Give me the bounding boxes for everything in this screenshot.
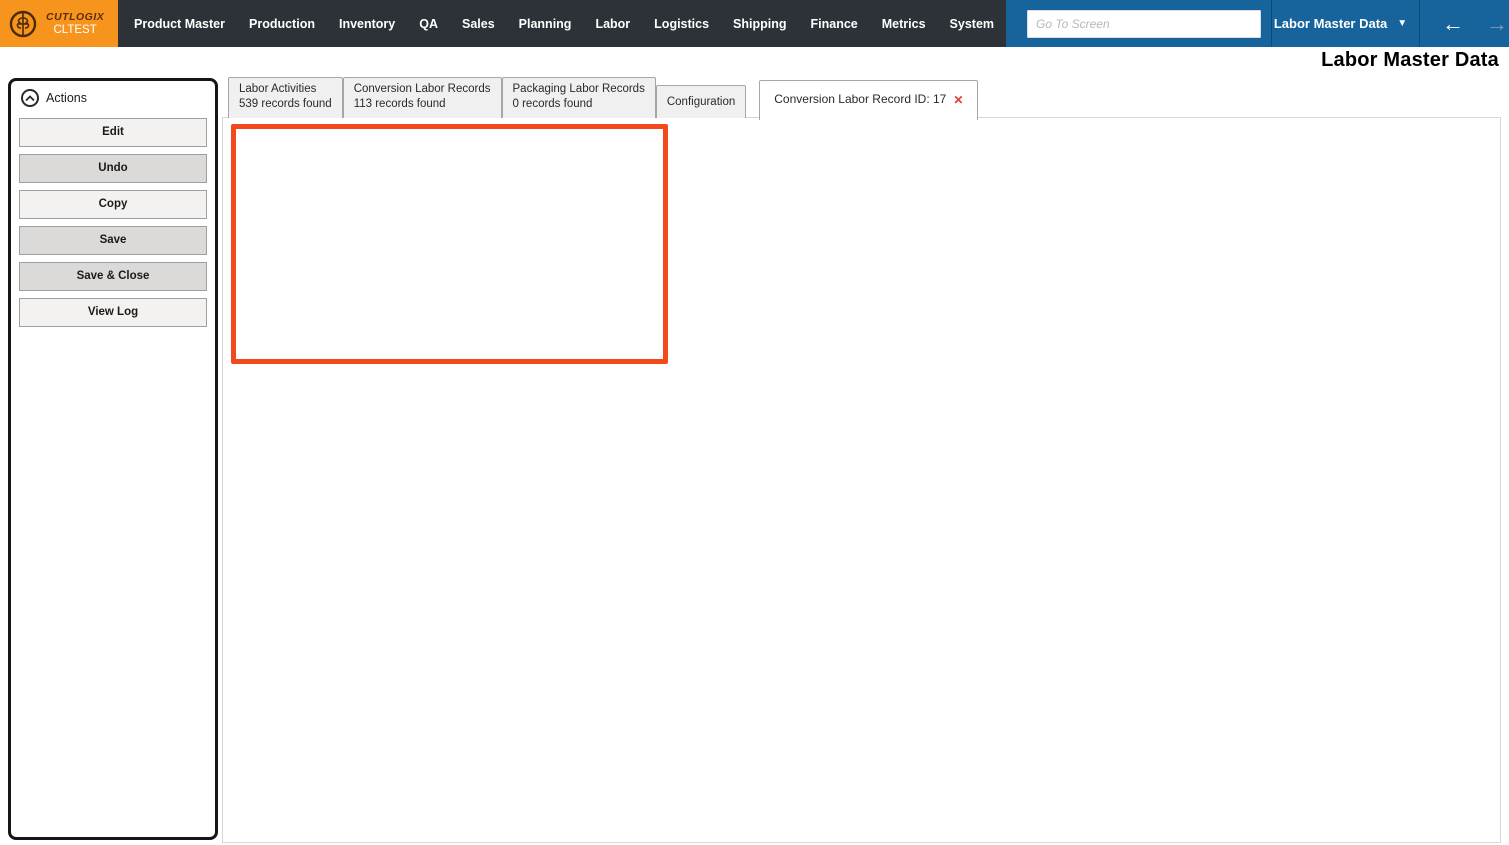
save-close-button[interactable]: Save & Close (19, 262, 207, 291)
menu-item-shipping[interactable]: Shipping (725, 11, 794, 37)
tab-title: Configuration (667, 95, 735, 110)
record-content-panel (222, 117, 1501, 843)
menu-item-planning[interactable]: Planning (511, 11, 580, 37)
menu-item-finance[interactable]: Finance (803, 11, 866, 37)
menu-item-metrics[interactable]: Metrics (874, 11, 934, 37)
tab-conversion-labor-record-id-17[interactable]: Conversion Labor Record ID: 17 ✕ (759, 80, 978, 120)
save-button[interactable]: Save (19, 226, 207, 255)
tab-title: Packaging Labor Records (513, 82, 645, 97)
menu-item-inventory[interactable]: Inventory (331, 11, 403, 37)
tab-conversion-labor-records[interactable]: Conversion Labor Records113 records foun… (343, 77, 502, 118)
app-logo[interactable]: CUTLOGIX CLTEST (0, 0, 118, 47)
menu-item-production[interactable]: Production (241, 11, 323, 37)
tab-close-icon[interactable]: ✕ (953, 94, 963, 106)
menu-item-logistics[interactable]: Logistics (646, 11, 717, 37)
labor-master-data-screen: CUTLOGIX CLTEST Product Master Production… (0, 0, 1509, 845)
action-buttons: Edit Undo Copy Save Save & Close View Log (11, 118, 215, 327)
menu-item-system[interactable]: System (942, 11, 1002, 37)
top-navbar: CUTLOGIX CLTEST Product Master Production… (0, 0, 1509, 47)
environment-name: CLTEST (54, 24, 97, 36)
navbar-right-section: Labor Master Data ▼ ← → ✕ ☆ (1006, 0, 1509, 47)
tab-title: Conversion Labor Records (354, 82, 491, 97)
actions-panel: Actions Edit Undo Copy Save Save & Close View… (8, 78, 218, 840)
brand-name: CUTLOGIX (46, 11, 104, 23)
menu-item-labor[interactable]: Labor (587, 11, 638, 37)
menu-item-qa[interactable]: QA (411, 11, 446, 37)
page-title: Labor Master Data (1321, 49, 1499, 72)
menu-item-product-master[interactable]: Product Master (126, 11, 233, 37)
forward-arrow-icon[interactable]: → (1486, 13, 1508, 35)
record-tabs: Labor Activities539 records foundConvers… (228, 76, 978, 118)
tab-title: Labor Activities (239, 82, 332, 97)
view-log-button[interactable]: View Log (19, 298, 207, 327)
collapse-panel-icon[interactable] (21, 89, 39, 107)
tab-record-count: 113 records found (354, 97, 491, 112)
chevron-down-icon: ▼ (1397, 18, 1407, 29)
go-to-screen-input[interactable] (1027, 10, 1261, 38)
undo-button[interactable]: Undo (19, 154, 207, 183)
tab-configuration[interactable]: Configuration (656, 85, 746, 118)
tab-title: Conversion Labor Record ID: 17 (774, 92, 946, 108)
tab-packaging-labor-records[interactable]: Packaging Labor Records0 records found (502, 77, 656, 118)
brain-logo-icon (8, 9, 38, 39)
screen-selector-label: Labor Master Data (1274, 16, 1387, 31)
edit-button[interactable]: Edit (19, 118, 207, 147)
main-menu: Product Master Production Inventory QA Sales… (118, 0, 1006, 47)
tab-record-count: 539 records found (239, 97, 332, 112)
back-arrow-icon[interactable]: ← (1442, 13, 1464, 35)
tab-record-count: 0 records found (513, 97, 645, 112)
tab-labor-activities[interactable]: Labor Activities539 records found (228, 77, 343, 118)
menu-item-sales[interactable]: Sales (454, 11, 503, 37)
screen-selector-dropdown[interactable]: Labor Master Data ▼ (1272, 0, 1409, 47)
actions-panel-title: Actions (46, 91, 87, 105)
copy-button[interactable]: Copy (19, 190, 207, 219)
